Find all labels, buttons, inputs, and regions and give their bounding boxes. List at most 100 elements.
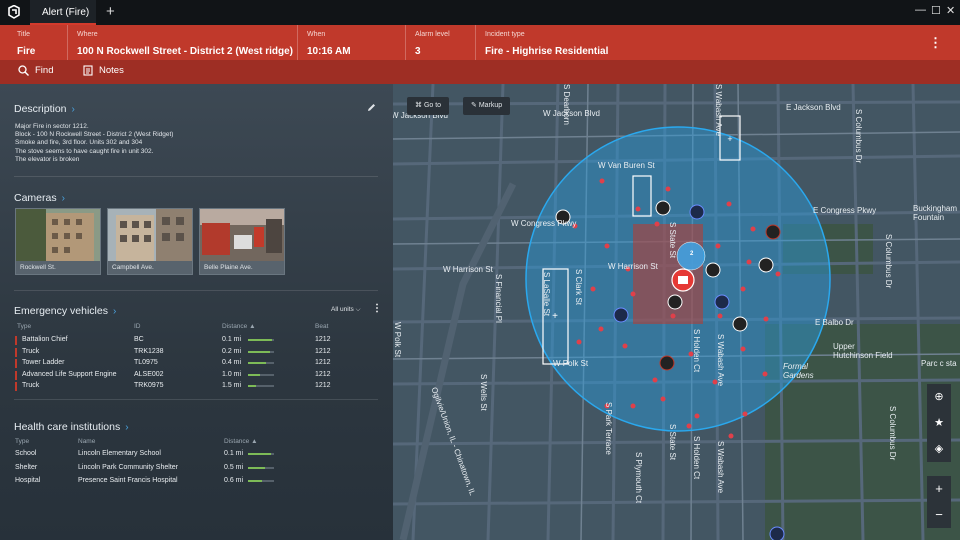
map-label: W Jackson Blvd [543,109,600,118]
institution-type: School [15,450,37,457]
locate-icon[interactable]: ⊕ [927,384,951,410]
add-tab-button[interactable]: + [106,3,115,20]
app-logo-icon [8,5,20,19]
description-line: Major Fire in sector 1212. [15,123,89,130]
camera-feed-image [200,209,284,261]
toolbar: Find Notes [0,60,960,84]
col-beat: Beat [315,323,329,330]
vehicle-id[interactable]: TL0975 [134,359,158,366]
description-line: The stove seems to have caught fire in u… [15,147,154,155]
alarm-value: 3 [415,46,421,57]
find-label: Find [35,65,54,76]
notes-icon [83,65,93,76]
health-care-header[interactable]: Health care institutions › [14,421,129,433]
institution-name[interactable]: Lincoln Park Community Shelter [78,464,178,471]
vehicle-type[interactable]: Truck [22,382,39,389]
institution-type: Hospital [15,477,41,484]
camera-label: Belle Plaine Ave. [204,264,253,271]
camera-feed-image [108,209,192,261]
map-label: S State St [668,424,677,461]
map-label: S Dearborn [562,84,571,125]
where-field: Where 100 N Rockwell Street - District 2… [67,25,297,60]
when-field: When 10:16 AM [297,25,405,60]
vehicle-beat: 1212 [315,347,331,355]
zone-count-badge[interactable]: 2 [690,251,693,257]
tab-alert-fire[interactable]: Alert (Fire) [30,0,96,25]
close-button[interactable]: ✕ [946,4,955,17]
camera-thumbnail-rockwell[interactable]: Rockwell St. [15,208,101,275]
vehicle-type[interactable]: Tower Ladder [22,359,64,366]
description-title: Description [14,103,67,115]
map-label: Parc c sta [921,359,957,368]
col-distance[interactable]: Distance ▲ [222,323,256,330]
maximize-button[interactable]: ☐ [931,4,941,17]
goto-label: Go to [423,102,442,109]
vehicle-beat: 1212 [315,336,331,343]
distance-bar [248,373,274,376]
notes-button[interactable]: Notes [83,65,124,76]
map-label: S Columbus Dr [888,406,897,461]
chevron-right-icon: › [112,306,117,317]
layers-icon[interactable]: ◈ [927,436,951,462]
units-filter-dropdown[interactable]: All units ⌵ [331,306,361,314]
vehicle-distance: 0.2 mi [222,347,242,355]
title-label: Title [17,31,30,38]
map-label: E Balbo Dr [815,318,854,327]
map-label: S Columbus Dr [884,234,893,289]
map-label: S Wabash Ave [714,84,723,137]
vehicle-id[interactable]: TRK1238 [134,348,164,355]
alarm-field: Alarm level 3 [405,25,475,60]
title-bar: Alert (Fire) + — ☐ ✕ [0,0,960,25]
markup-button[interactable]: ✎ Markup [463,97,511,115]
institution-distance: 0.6 mi [224,477,244,484]
distance-bar [248,385,274,387]
map-label: W Polk St [393,322,402,358]
map-label: S Wabash Ave [716,441,725,494]
camera-thumbnail-belle-plaine[interactable]: Belle Plaine Ave. [199,208,285,275]
priority-marker [15,382,17,391]
zoom-controls: + − [927,476,951,528]
col-distance[interactable]: Distance ▲ [224,438,258,445]
vehicle-distance: 1.5 mi [222,382,242,389]
map-label: S Holden Ct [692,436,701,480]
map-label: W Van Buren St [598,161,655,170]
vehicle-type[interactable]: Battalion Chief [22,336,68,343]
description-header[interactable]: Description › [14,103,75,115]
more-options-icon[interactable]: ⋮ [929,35,942,51]
when-value: 10:16 AM [307,46,351,57]
chevron-right-icon: › [125,422,129,433]
distance-bar [248,480,274,482]
camera-thumbnail-campbell[interactable]: Campbell Ave. [107,208,193,275]
institution-name[interactable]: Presence Saint Francis Hospital [78,477,178,484]
find-button[interactable]: Find [18,65,53,76]
incident-map[interactable]: + + 2 W Jackson Blvd W Jackson Blvd E Ja… [393,84,960,540]
vehicles-more-icon[interactable]: ⋮ [372,303,382,314]
vehicle-id[interactable]: BC [134,336,144,343]
divider [14,176,378,177]
when-label: When [307,31,326,38]
chevron-right-icon: › [71,104,75,115]
emergency-vehicles-header[interactable]: Emergency vehicles › [14,305,116,317]
vehicle-id[interactable]: ALSE002 [134,371,164,378]
favorite-star-icon[interactable]: ★ [927,410,951,436]
minimize-button[interactable]: — [915,4,926,16]
vehicle-id[interactable]: TRK0975 [134,382,164,389]
distance-bar [248,350,274,353]
zoom-in-button[interactable]: + [927,476,951,502]
vehicle-distance: 0.4 mi [222,359,242,366]
vehicle-type[interactable]: Advanced Life Support Engine [22,371,117,378]
priority-marker [15,347,17,357]
cameras-header[interactable]: Cameras › [14,192,65,204]
vehicle-distance: 0.1 mi [222,336,242,343]
goto-button[interactable]: ⌘ Go to [407,97,450,115]
where-value: 100 N Rockwell Street - District 2 (West… [77,46,293,57]
map-label: S LaSalle St [542,272,551,317]
institution-name[interactable]: Lincoln Elementary School [78,450,161,457]
vehicle-type[interactable]: Truck [22,348,39,355]
vehicle-distance: 1.0 mi [222,370,242,378]
camera-feed-image [16,209,100,261]
zoom-out-button[interactable]: − [927,502,951,528]
title-value: Fire [17,46,36,57]
edit-pencil-icon[interactable] [367,103,376,112]
institution-distance: 0.1 mi [224,450,244,457]
